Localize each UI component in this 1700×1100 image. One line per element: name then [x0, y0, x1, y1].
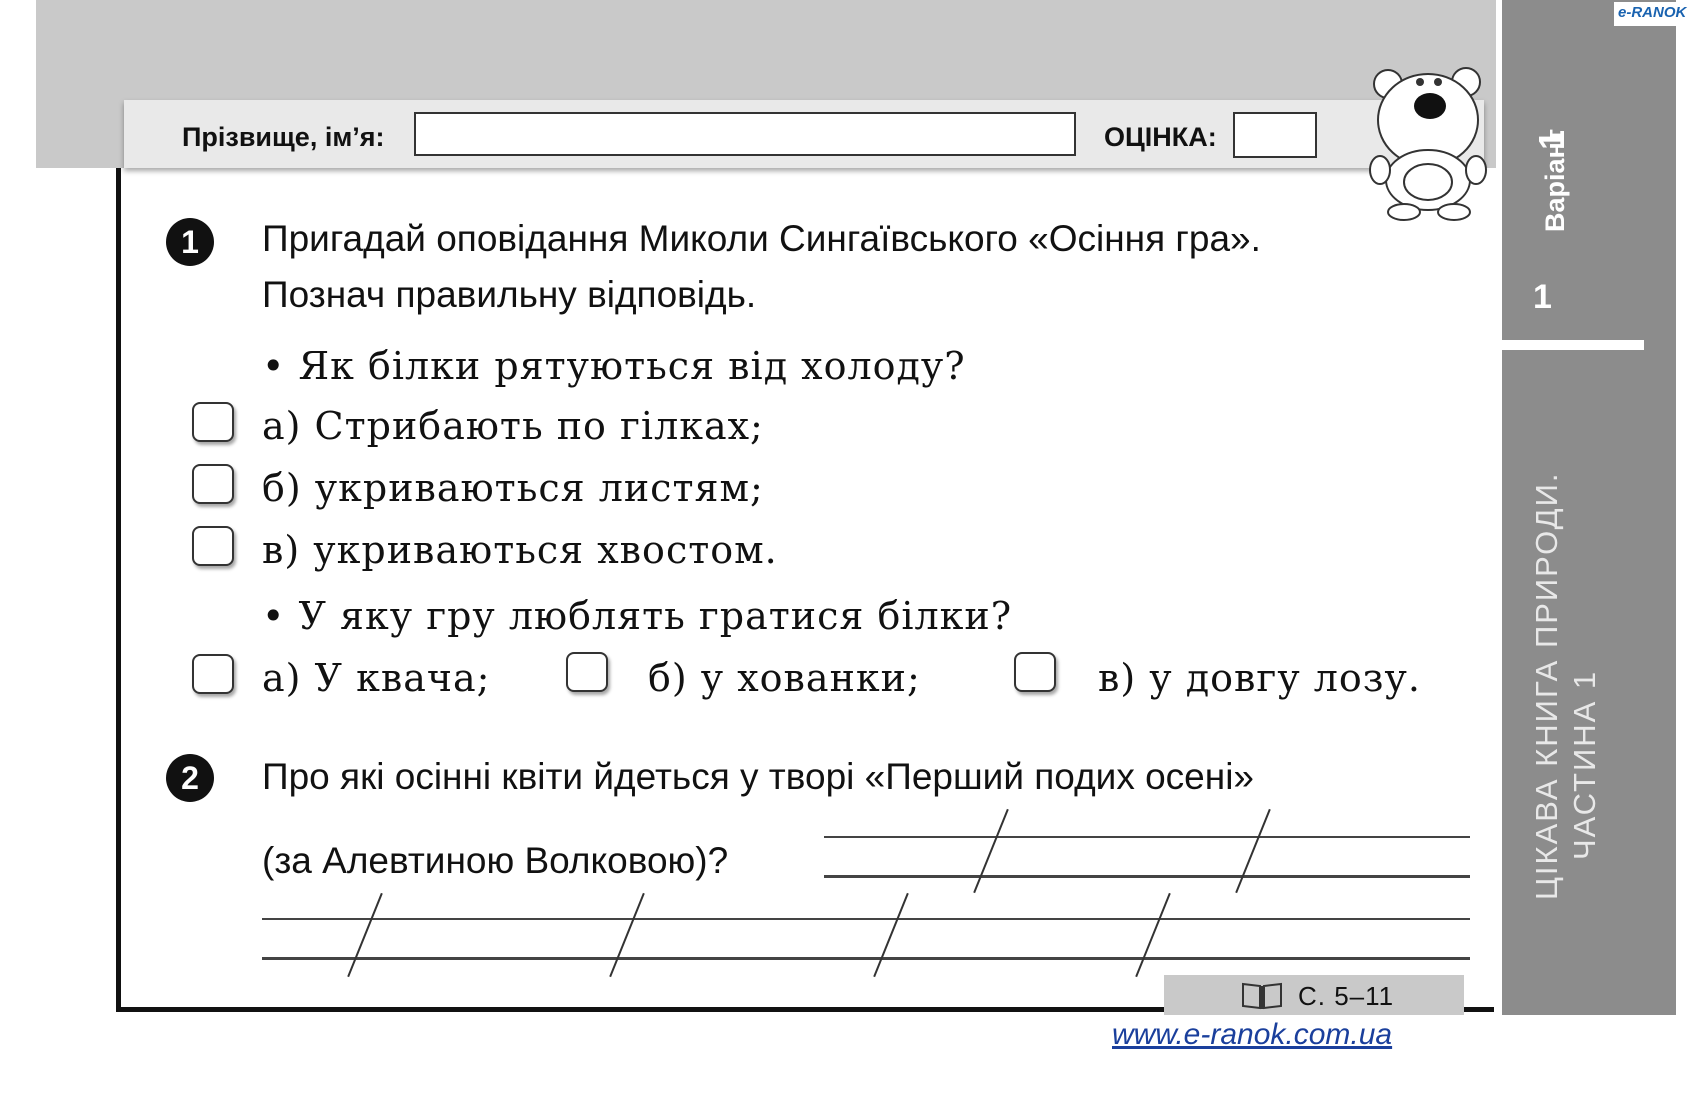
name-input[interactable] [414, 112, 1076, 156]
answer-line[interactable] [824, 875, 1470, 878]
task1-question2: • У яку гру люблять гратися білки? [262, 594, 1013, 638]
q2-option-a: а) У квача; [262, 656, 491, 700]
grade-input[interactable] [1233, 112, 1317, 158]
website-link[interactable]: www.e-ranok.com.ua [1112, 1018, 1392, 1052]
book-title-line2: ЧАСТИНА 1 [1567, 669, 1602, 860]
q2-option-c: в) у довгу лозу. [1098, 656, 1421, 700]
q1-option-a: а) Стрибають по гілках; [262, 404, 764, 448]
task2-prompt-line1: Про які осінні квіти йдеться у творі «Пе… [262, 756, 1254, 797]
variant-number: 1 [1531, 129, 1572, 150]
book-title: ЦІКАВА КНИГА ПРИРОДИ. ЧАСТИНА 1 [1528, 471, 1604, 900]
q1-option-c-checkbox[interactable] [192, 526, 234, 566]
sidebar-divider [1502, 340, 1644, 350]
name-label: Прізвище, ім’я: [182, 122, 385, 152]
section-number: 1 [1533, 278, 1552, 316]
book-title-line1: ЦІКАВА КНИГА ПРИРОДИ. [1529, 471, 1564, 900]
q2-option-a-checkbox[interactable] [192, 654, 234, 694]
answer-line[interactable] [262, 957, 1470, 960]
answer-line[interactable] [824, 836, 1470, 838]
task1-question1: • Як білки рятуються від холоду? [262, 344, 966, 388]
q1-option-c: в) укриваються хвостом. [262, 528, 778, 572]
q2-option-b: б) у хованки; [648, 656, 921, 700]
answer-line[interactable] [262, 918, 1470, 920]
publisher-logo-text: e-RANOK [1618, 4, 1687, 21]
task1-prompt-line2: Познач правильну відповідь. [262, 274, 757, 315]
task2-prompt-line2: (за Алевтиною Волковою)? [262, 840, 729, 881]
q2-option-b-checkbox[interactable] [566, 652, 608, 692]
grade-label: ОЦІНКА: [1104, 122, 1217, 152]
q2-option-c-checkbox[interactable] [1014, 652, 1056, 692]
page-reference-text: С. 5–11 [1298, 981, 1395, 1011]
task-number-2: 2 [166, 754, 214, 802]
book-icon [1242, 982, 1282, 1010]
task-number-1: 1 [166, 218, 214, 266]
q1-option-b-checkbox[interactable] [192, 464, 234, 504]
task1-prompt-line1: Пригадай оповідання Миколи Сингаївського… [262, 218, 1261, 259]
q1-option-b: б) укриваються листям; [262, 466, 764, 510]
q1-option-a-checkbox[interactable] [192, 402, 234, 442]
